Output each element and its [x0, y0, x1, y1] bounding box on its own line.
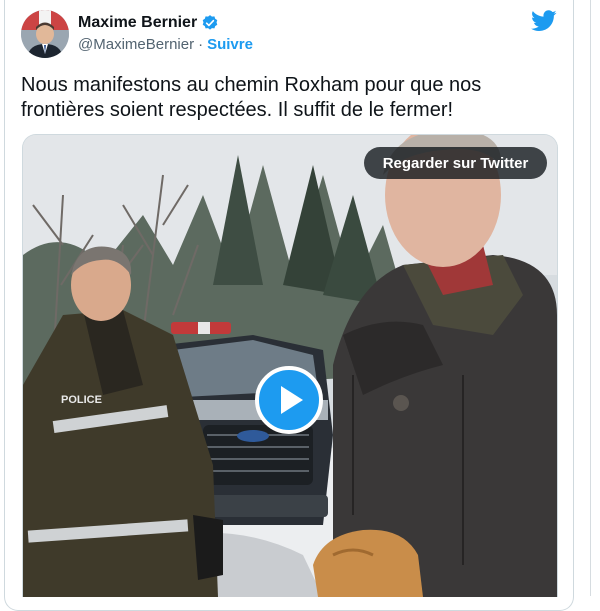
- play-icon: [281, 386, 303, 414]
- watch-on-twitter-button[interactable]: Regarder sur Twitter: [364, 147, 547, 179]
- follow-link[interactable]: Suivre: [207, 36, 253, 53]
- tweet-text-line-1: Nous manifestons au chemin Roxham pour q…: [21, 74, 482, 96]
- separator-dot: ·: [198, 36, 204, 53]
- watch-on-twitter-label: Regarder sur Twitter: [382, 154, 529, 172]
- tweet-text: Nous manifestons au chemin Roxham pour q…: [21, 73, 551, 123]
- play-button[interactable]: [255, 366, 323, 434]
- verified-badge-icon: [202, 15, 218, 30]
- author-name-row: Maxime Bernier: [78, 14, 219, 32]
- page-divider: [590, 0, 591, 596]
- police-vest-text: POLICE: [61, 394, 102, 406]
- author-name[interactable]: Maxime Bernier: [78, 14, 197, 32]
- avatar-image: [21, 10, 69, 58]
- author-handle[interactable]: @MaximeBernier: [78, 36, 194, 53]
- twitter-bird-icon[interactable]: [531, 10, 557, 32]
- avatar[interactable]: [21, 10, 69, 58]
- tweet-text-line-2: frontières soient respectées. Il suffit …: [21, 99, 454, 121]
- author-handle-row: @MaximeBernier · Suivre: [78, 36, 253, 53]
